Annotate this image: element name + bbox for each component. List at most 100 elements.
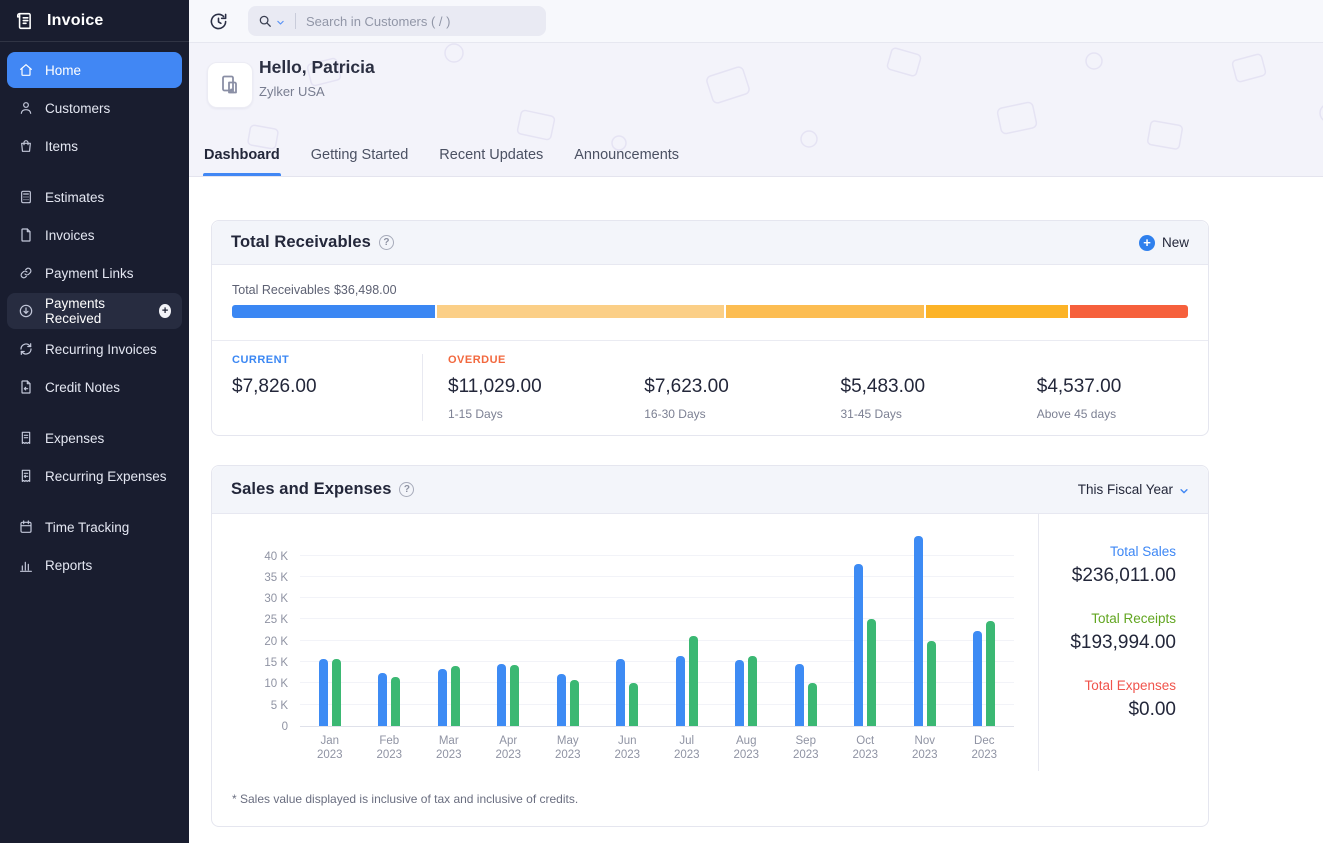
sidebar-item-invoices[interactable]: Invoices [7,217,182,253]
payment-links-icon [18,265,34,281]
chart-plot-area: 05 K10 K15 K20 K25 K30 K35 K40 KJan2023F… [300,531,1014,727]
chart-month-group-oct: Oct2023 [836,531,896,726]
help-icon[interactable]: ? [379,235,394,250]
expenses-icon [18,430,34,446]
receivables-segment-overdue-above-45 [1070,305,1188,318]
receipts-bar [629,683,638,726]
app-title: Invoice [47,12,104,30]
sales-expenses-body: 05 K10 K15 K20 K25 K30 K35 K40 KJan2023F… [212,514,1208,771]
total-label: Total Sales [1039,544,1176,559]
recent-history-button[interactable] [205,8,231,34]
fiscal-period-selector[interactable]: This Fiscal Year [1078,482,1189,497]
x-axis-tick-label: Dec2023 [955,734,1015,762]
sidebar-item-recurring-invoices[interactable]: Recurring Invoices [7,331,182,367]
sidebar-item-label: Recurring Expenses [45,469,167,484]
current-amount: $7,826.00 [232,376,422,398]
chart-totals-panel: Total Sales$236,011.00 Total Receipts$193… [1038,514,1208,771]
overdue-amount: $5,483.00 [841,376,1012,398]
overdue-amount: $7,623.00 [644,376,815,398]
overdue-label-spacer [841,354,1012,369]
sales-bar [854,564,863,726]
search-icon [258,14,272,28]
sidebar-item-time-tracking[interactable]: Time Tracking [7,509,182,545]
chart-month-group-jun: Jun2023 [598,531,658,726]
sidebar-item-items[interactable]: Items [7,128,182,164]
sales-footnote: * Sales value displayed is inclusive of … [212,771,1208,826]
sidebar-item-label: Estimates [45,190,104,205]
sidebar-nav: HomeCustomersItemsEstimatesInvoicesPayme… [0,42,189,583]
hero-banner: Hello, Patricia Zylker USA Dashboard Gett… [189,43,1323,177]
sidebar-item-payments-received[interactable]: Payments Received + [7,293,182,329]
search-input[interactable]: Search in Customers ( / ) [248,6,546,36]
total-receivables-header: Total Receivables ? + New [212,221,1208,265]
sidebar-item-payment-links[interactable]: Payment Links [7,255,182,291]
sales-bar [319,659,328,726]
payments-received-icon [18,303,34,319]
receivables-segment-overdue-1-15 [437,305,724,318]
overdue-bucket-column: $4,537.00Above 45 days [1012,354,1208,421]
receipts-bar [689,636,698,726]
new-receivable-button[interactable]: + New [1139,235,1189,251]
organization-icon [218,73,242,97]
x-axis-tick-label: Nov2023 [895,734,955,762]
tab-getting-started[interactable]: Getting Started [310,147,410,176]
sidebar-item-label: Expenses [45,431,104,446]
total-entry-total-sales: Total Sales$236,011.00 [1039,544,1176,587]
chevron-down-icon [1179,486,1189,496]
y-axis-tick-label: 30 K [228,593,288,605]
receivables-segment-overdue-16-30 [726,305,924,318]
receivables-segment-overdue-31-45 [926,305,1068,318]
total-entry-total-receipts: Total Receipts$193,994.00 [1039,611,1176,654]
receipts-bar [867,619,876,726]
chart-month-group-may: May2023 [538,531,598,726]
total-entry-total-expenses: Total Expenses$0.00 [1039,678,1176,721]
sidebar-item-label: Payments Received [45,296,146,326]
sidebar-item-recurring-expenses[interactable]: Recurring Expenses [7,458,182,494]
x-axis-tick-label: Jul2023 [657,734,717,762]
tab-announcements[interactable]: Announcements [573,147,680,176]
x-axis-tick-label: Jun2023 [598,734,658,762]
x-axis-tick-label: Oct2023 [836,734,896,762]
y-axis-tick-label: 15 K [228,657,288,669]
x-axis-tick-label: Sep2023 [776,734,836,762]
x-axis-tick-label: Aug2023 [717,734,777,762]
sidebar-item-customers[interactable]: Customers [7,90,182,126]
sidebar-item-home[interactable]: Home [7,52,182,88]
sales-bar [557,674,566,726]
quick-add-icon[interactable]: + [159,304,171,318]
sales-bar [795,664,804,726]
tab-dashboard[interactable]: Dashboard [203,147,281,176]
chart-month-group-dec: Dec2023 [955,531,1015,726]
sidebar-item-label: Reports [45,558,92,573]
sales-bar [616,659,625,726]
y-axis-tick-label: 25 K [228,614,288,626]
overdue-bucket-column: $5,483.00 31-45 Days [816,354,1012,421]
chart-month-group-sep: Sep2023 [776,531,836,726]
sidebar-group: Expenses Recurring Expenses [5,420,184,494]
sales-bar [973,631,982,726]
greeting-text: Hello, Patricia [259,57,375,78]
tab-recent-updates[interactable]: Recent Updates [438,147,544,176]
y-axis-tick-label: 10 K [228,678,288,690]
y-axis-tick-label: 5 K [228,700,288,712]
sidebar-item-expenses[interactable]: Expenses [7,420,182,456]
org-avatar [207,62,253,108]
help-icon[interactable]: ? [399,482,414,497]
x-axis-tick-label: May2023 [538,734,598,762]
overdue-range-label: 31-45 Days [841,407,1012,421]
sidebar-item-label: Customers [45,101,110,116]
sales-expenses-card: Sales and Expenses ? This Fiscal Year 05… [211,465,1209,827]
search-scope-chevron-icon[interactable] [276,18,285,27]
sidebar-item-estimates[interactable]: Estimates [7,179,182,215]
sidebar-item-reports[interactable]: Reports [7,547,182,583]
overdue-label-spacer [644,354,815,369]
search-placeholder: Search in Customers ( / ) [306,14,451,29]
receivables-summary-label: Total Receivables [232,283,330,297]
receipts-bar [748,656,757,726]
org-name: Zylker USA [259,84,325,99]
topbar: Search in Customers ( / ) [189,0,1323,43]
y-axis-tick-label: 40 K [228,551,288,563]
chart-month-group-aug: Aug2023 [717,531,777,726]
sidebar-group: Time Tracking Reports [5,509,184,583]
sidebar-item-credit-notes[interactable]: Credit Notes [7,369,182,405]
